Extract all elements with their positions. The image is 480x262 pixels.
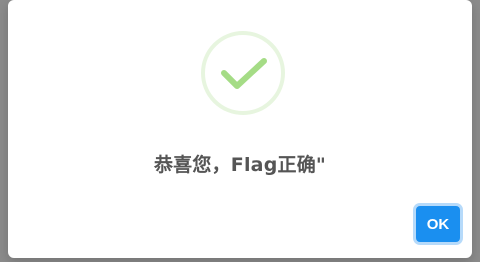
success-dialog: 恭喜您，Flag正确" OK	[8, 0, 472, 258]
dialog-title: 恭喜您，Flag正确"	[153, 154, 326, 176]
ok-button[interactable]: OK	[416, 206, 460, 242]
success-check-icon	[200, 30, 286, 116]
